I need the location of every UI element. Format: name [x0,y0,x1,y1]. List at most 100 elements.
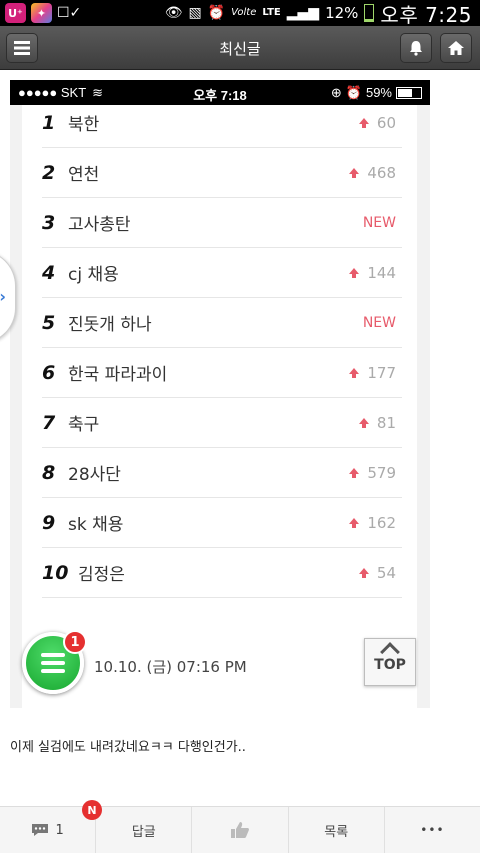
rank-change-value: 579 [367,463,396,482]
up-arrow-icon [358,417,369,428]
ranking-number: 2 [42,161,56,184]
ranking-row[interactable]: 8 28사단 579 [42,448,402,498]
chevron-right-icon: › [0,287,6,306]
list-label: 목록 [324,824,349,840]
alarm-icon: ⏰ [207,5,226,21]
ranking-term: 북한 [68,115,100,135]
reply-label: 답글 [131,824,156,840]
realtime-ranking-panel: 1 북한 60 2 연천 468 3 고사총탄 NEW 4 cj 채용 144 5 진돗개 하나 NEW 6 한… [22,105,417,708]
ranking-term: 고사총탄 [68,215,131,235]
menu-badge: 1 [63,630,87,654]
ranking-term: 축구 [68,415,100,435]
ranking-term: 28사단 [68,465,121,485]
ranking-row[interactable]: 4 cj 채용 144 [42,248,402,298]
notifications-button[interactable] [400,33,432,63]
more-icon: ••• [420,823,445,837]
rank-change-value: 144 [367,263,396,282]
up-arrow-icon [349,267,360,278]
ranking-change: NEW [363,315,402,331]
status-time: 오후 7:25 [380,2,472,27]
post-body: 이제 실검에도 내려갔네요ㅋㅋ 다행인건가.. [10,740,246,755]
ranking-number: 5 [42,311,56,334]
new-comment-badge: N [82,800,102,820]
up-arrow-icon [358,117,369,128]
ranking-change: 54 [358,563,402,582]
ranking-term: cj 채용 [68,265,119,285]
ranking-change: 468 [349,164,402,182]
ranking-change: 162 [349,514,402,532]
ranking-term: 진돗개 하나 [68,315,152,335]
ranking-number: 9 [42,511,56,534]
ios-battery-icon [396,86,422,99]
download-complete-icon: ☐✓ [57,5,82,21]
ranking-change: 60 [358,113,402,132]
reply-button[interactable]: 답글 [96,807,193,853]
nfc-off-icon: ▧ [188,5,202,21]
ranking-change: 177 [349,364,402,382]
new-entry-label: NEW [362,314,396,331]
thumbs-up-icon [231,822,249,838]
ranking-row[interactable]: 1 북한 60 [42,98,402,148]
battery-icon [364,4,375,22]
ranking-number: 1 [42,111,56,134]
comment-icon [32,824,49,836]
ranking-row[interactable]: 5 진돗개 하나 NEW [42,298,402,348]
ranking-term: 한국 파라과이 [68,365,168,385]
notification-icons: U⁺ ✦ ☐✓ [0,3,81,23]
ranking-term: sk 채용 [68,515,124,535]
up-arrow-icon [349,467,360,478]
rank-change-value: 162 [367,513,396,532]
home-icon [448,41,464,55]
ranking-row[interactable]: 7 축구 81 [42,398,402,448]
ranking-row[interactable]: 9 sk 채용 162 [42,498,402,548]
up-arrow-icon [358,567,369,578]
status-bar: U⁺ ✦ ☐✓ 👁 ▧ ⏰ Volte LTE ▂▄▆ 12% 오후 7:25 [0,0,480,28]
eye-icon: 👁 [164,5,183,21]
new-entry-label: NEW [362,214,396,231]
home-button[interactable] [440,33,472,63]
ranking-timestamp-row: 10.10. (금) 07:16 PM [42,648,402,684]
app-notification-icon: ✦ [31,3,52,23]
ranking-number: 3 [42,211,56,234]
bell-icon [410,41,422,56]
battery-percent: 12% [325,4,359,22]
ranking-change: 579 [349,464,402,482]
ranking-number: 6 [42,361,56,384]
up-arrow-icon [349,367,360,378]
ranking-term: 김정은 [78,565,125,585]
rank-change-value: 81 [376,413,396,432]
more-button[interactable]: ••• [385,807,480,853]
ranking-number: 10 [42,561,69,584]
ranking-change: 81 [358,413,402,432]
bottom-action-bar: 1 답글 목록 ••• [0,806,480,853]
system-icons: 👁 ▧ ⏰ Volte LTE ▂▄▆ 12% 오후 7:25 [165,0,480,28]
list-button[interactable]: 목록 [289,807,385,853]
network-type: LTE [262,7,281,18]
rank-change-value: 60 [376,113,396,132]
rank-change-value: 177 [367,363,396,382]
menu-icon [41,653,65,657]
up-arrow-icon [349,517,360,528]
comment-count: 1 [55,822,64,838]
rank-change-value: 54 [376,563,396,582]
ranking-change: 144 [349,264,402,282]
ranking-row[interactable]: 6 한국 파라과이 177 [42,348,402,398]
signal-icon: ▂▄▆ [286,5,320,21]
ranking-number: 8 [42,461,56,484]
ranking-number: 4 [42,261,56,284]
ranking-row[interactable]: 10 김정은 54 [42,548,402,598]
ranking-row[interactable]: 2 연천 468 [42,148,402,198]
ranking-term: 연천 [68,165,100,185]
app-bar: 최신글 [0,26,480,70]
volte-icon: Volte [231,7,257,18]
scroll-top-button[interactable]: TOP [364,638,416,686]
rank-change-value: 468 [367,163,396,182]
ranking-change: NEW [363,215,402,231]
comments-button[interactable]: 1 [0,807,97,853]
like-button[interactable] [192,807,289,853]
uplus-app-icon: U⁺ [5,3,26,23]
attached-screenshot: ●●●●● SKT ≋ 오후 7:18 ⊕ ⏰ 59% 1 북한 60 2 연천 468 3… [10,80,430,708]
up-arrow-icon [349,167,360,178]
ranking-number: 7 [42,411,56,434]
ranking-row[interactable]: 3 고사총탄 NEW [42,198,402,248]
